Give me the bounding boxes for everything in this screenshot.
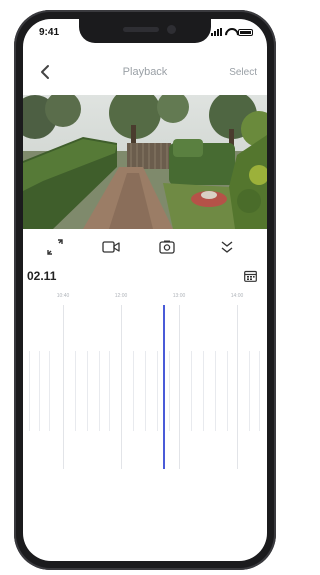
minute-gridline (203, 351, 204, 431)
minute-gridline (99, 351, 100, 431)
snapshot-icon[interactable] (157, 239, 177, 255)
minute-gridline (29, 351, 30, 431)
video-player[interactable] (23, 95, 267, 229)
status-icons (211, 28, 253, 36)
minute-gridline (191, 351, 192, 431)
phone-frame: 9:41 Playback Select 02.11 10:40 12:00 1… (14, 10, 276, 570)
minute-gridline (75, 351, 76, 431)
tick-label: 13:00 (172, 293, 186, 299)
tick-label: 10:40 (56, 293, 70, 299)
minute-gridline (87, 351, 88, 431)
minute-gridline (215, 351, 216, 431)
select-button[interactable]: Select (229, 67, 257, 78)
app-screen: 9:41 Playback Select 02.11 10:40 12:00 1… (23, 19, 267, 561)
collapse-icon[interactable] (217, 239, 237, 255)
minute-gridline (109, 351, 110, 431)
playback-toolbar (23, 235, 267, 259)
date-label: 02.11 (27, 269, 57, 283)
front-camera (167, 25, 176, 34)
minute-gridline (157, 351, 158, 431)
battery-icon (238, 29, 253, 36)
tick-label: 12:00 (114, 293, 128, 299)
minute-gridline (169, 351, 170, 431)
nav-bar: Playback Select (23, 59, 267, 85)
hour-gridline (179, 305, 180, 469)
calendar-icon[interactable] (244, 270, 257, 282)
notch (79, 19, 211, 43)
minute-gridline (227, 351, 228, 431)
minute-gridline (259, 351, 260, 431)
fullscreen-icon[interactable] (45, 239, 65, 255)
record-icon[interactable] (101, 239, 121, 255)
tick-label: 14:00 (230, 293, 244, 299)
hour-gridline (121, 305, 122, 469)
speaker-grille (123, 27, 159, 32)
playback-timeline[interactable]: 10:40 12:00 13:00 14:00 (23, 291, 267, 471)
hour-gridline (63, 305, 64, 469)
wifi-icon (225, 28, 235, 36)
signal-icon (211, 28, 222, 36)
date-bar: 02.11 (23, 267, 267, 285)
minute-gridline (249, 351, 250, 431)
minute-gridline (145, 351, 146, 431)
minute-gridline (49, 351, 50, 431)
status-time: 9:41 (39, 27, 60, 38)
minute-gridline (133, 351, 134, 431)
minute-gridline (39, 351, 40, 431)
hour-gridline (237, 305, 238, 469)
camera-feed-image (23, 95, 267, 229)
playback-cursor[interactable] (163, 305, 165, 469)
